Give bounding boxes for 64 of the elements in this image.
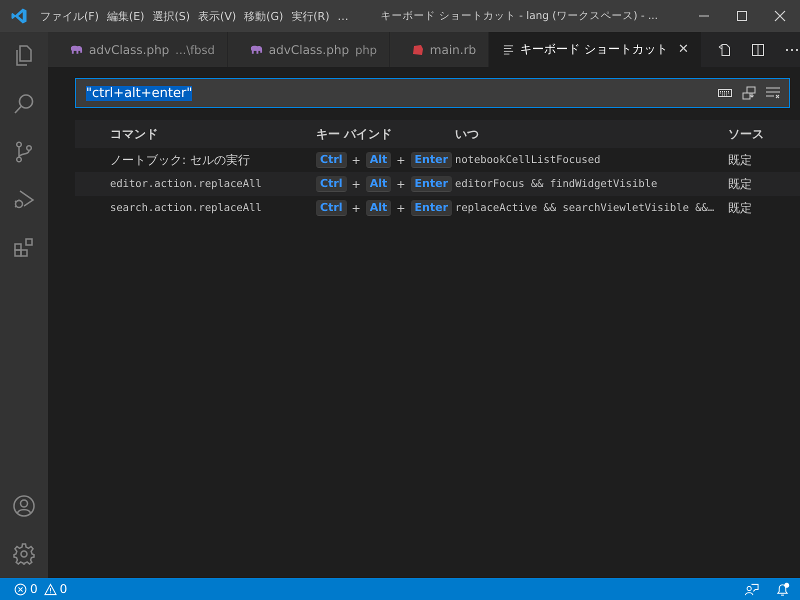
key-cap: Enter: [410, 152, 452, 168]
close-tab-button[interactable]: ✕: [678, 42, 689, 57]
plus-sign: +: [396, 178, 406, 190]
elephant-icon: [70, 44, 83, 54]
extensions-icon[interactable]: [12, 236, 36, 260]
command-cell-text: editor.action.replaceAll: [110, 178, 263, 190]
key-cap: Enter: [410, 176, 452, 192]
editor-tab[interactable]: main.rb: [390, 32, 490, 67]
editor-tab[interactable]: advClass.php php: [228, 32, 390, 67]
error-count: 0: [30, 582, 38, 596]
key-cap: Ctrl: [316, 200, 347, 216]
feedback-icon[interactable]: [744, 582, 759, 596]
plus-sign: +: [396, 154, 406, 166]
search-field[interactable]: "ctrl+alt+enter": [75, 78, 790, 108]
settings-icon[interactable]: [12, 542, 36, 566]
ruby-icon: [412, 44, 424, 56]
account-icon[interactable]: [12, 494, 36, 518]
column-header[interactable]: コマンド: [110, 126, 316, 142]
maximize-icon[interactable]: [736, 10, 748, 22]
clear-icon[interactable]: [765, 85, 781, 101]
key-cap: Alt: [366, 152, 392, 168]
search-icon[interactable]: [12, 92, 36, 116]
menu-item[interactable]: …: [334, 10, 352, 22]
source-cell-text: 既定: [728, 200, 753, 216]
menu-item[interactable]: 移動(G): [240, 8, 288, 24]
key-cap: Enter: [410, 200, 452, 216]
plus-sign: +: [396, 202, 406, 214]
lines-icon: [503, 44, 514, 55]
plus-sign: +: [352, 178, 361, 190]
warning-icon: [44, 582, 57, 596]
menu-item[interactable]: 表示(V): [194, 8, 240, 24]
when-cell-text: notebookCellListFocused: [455, 154, 602, 166]
error-icon: [14, 582, 27, 596]
key-cap: Ctrl: [316, 176, 347, 192]
errors-status[interactable]: 0 0: [14, 582, 68, 596]
plus-sign: +: [352, 202, 361, 214]
key-cap: Alt: [366, 176, 392, 192]
menu-item[interactable]: 実行(R): [287, 8, 334, 24]
menu-item[interactable]: ファイル(F): [36, 8, 103, 24]
editor-tab[interactable]: advClass.php ...\fbsd: [48, 32, 228, 67]
column-header[interactable]: キー バインド: [316, 126, 455, 142]
key-cap: Ctrl: [316, 152, 347, 168]
key-cap: Alt: [366, 200, 392, 216]
split-editor-icon[interactable]: [750, 42, 766, 58]
close-icon[interactable]: [774, 10, 786, 22]
sort-icon[interactable]: [741, 85, 757, 101]
source-cell-text: 既定: [728, 152, 753, 168]
command-cell-text: search.action.replaceAll: [110, 202, 263, 214]
app-logo-icon: [10, 7, 28, 25]
editor-tab[interactable]: キーボード ショートカット ✕: [489, 32, 702, 67]
when-cell-text: editorFocus && findWidgetVisible: [455, 178, 658, 190]
menu-item[interactable]: 選択(S): [148, 8, 194, 24]
column-header[interactable]: いつ: [455, 126, 728, 142]
notification-bell-icon[interactable]: [775, 582, 790, 596]
command-cell-text: ノートブック: セルの実行: [110, 152, 251, 168]
when-cell-text: replaceActive && searchViewletVisible &&…: [455, 202, 716, 214]
window-title: キーボード ショートカット - lang (ワークスペース) - ...: [380, 9, 659, 23]
keyboard-icon[interactable]: [717, 87, 733, 99]
elephant-icon: [250, 44, 263, 54]
column-header[interactable]: ソース: [728, 126, 800, 142]
menu-item[interactable]: 編集(E): [102, 8, 148, 24]
plus-sign: +: [352, 154, 361, 166]
source-cell-text: 既定: [728, 176, 753, 192]
warning-count: 0: [60, 582, 68, 596]
